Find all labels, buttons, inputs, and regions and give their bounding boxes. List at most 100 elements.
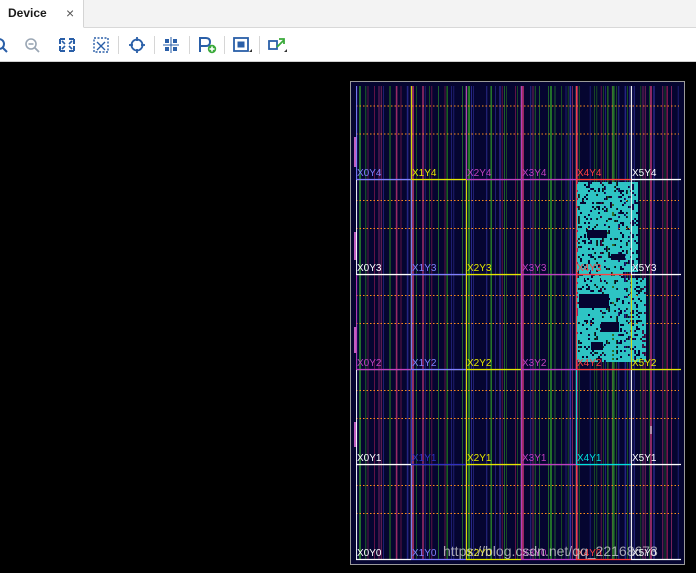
placed-cell [596,196,598,198]
placed-cell [602,228,604,230]
placed-cell [622,328,624,330]
placed-cell [618,358,620,360]
placed-cell [614,206,616,208]
placed-cell [638,300,640,302]
placed-cell [608,208,610,210]
clock-region-label: X0Y2 [357,358,382,369]
placed-cell [620,318,622,320]
placed-cell [590,222,592,224]
placed-cell [612,202,614,204]
zoom-in-icon[interactable] [0,35,12,55]
placed-cell [590,206,592,208]
placed-cell [640,348,642,350]
placed-cell [616,334,618,336]
placed-cell [614,292,616,294]
placed-cell [626,220,628,222]
placed-cell [622,266,624,268]
placed-cell [636,296,638,298]
add-pblock-icon[interactable] [196,35,218,55]
placed-cell [634,238,636,240]
placed-cell [608,334,610,336]
fpga-device-view[interactable]: X0Y4 X1Y4 X2Y4 X3Y4 X4Y4 X5Y4 X0Y3 X1Y3 X2Y3 X3Y3… [350,81,685,565]
placed-cell [596,254,598,256]
placed-cell [612,260,614,262]
zoom-out-icon[interactable] [22,35,44,55]
placed-cell [618,318,620,320]
placed-cell [632,248,634,250]
move-icon[interactable] [266,35,288,55]
placed-cell [588,354,590,356]
clock-region-label: X0Y1 [357,453,382,464]
placed-cell [590,292,592,294]
placed-cell [580,348,582,350]
device-fabric[interactable]: X0Y4 X1Y4 X2Y4 X3Y4 X4Y4 X5Y4X0Y3 X1Y3 X2Y3 X3Y3… [351,82,684,564]
placed-cell [614,348,616,350]
placed-cell [626,224,628,226]
placed-cell [602,336,604,338]
placed-cell [616,332,618,334]
placed-cell [624,334,626,336]
placed-cell [616,312,618,314]
pblock-select-icon[interactable] [231,35,253,55]
placed-cell [638,344,640,346]
placed-cell [590,216,592,218]
device-canvas[interactable]: X0Y4 X1Y4 X2Y4 X3Y4 X4Y4 X5Y4 X0Y3 X1Y3 X2Y3 X3Y3… [0,63,696,573]
placed-cell [612,344,614,346]
placed-cell [628,216,630,218]
placed-cell [619,276,621,278]
placed-cell [604,238,606,240]
placed-cell [644,306,646,308]
placed-cell [582,182,584,184]
routing-resources-icon[interactable] [161,35,183,55]
placed-cell [578,204,580,206]
placed-cell [620,298,622,300]
tab-device[interactable]: Device × [0,0,84,28]
placed-cell [614,288,616,290]
placed-cell [610,226,612,228]
placed-cell [592,218,594,220]
placed-cell [626,342,628,344]
placed-cell [584,334,586,336]
placed-cell [608,186,610,188]
placed-cell [618,192,620,194]
placed-cell [592,222,594,224]
placed-cell [606,266,608,268]
placed-cell [578,308,580,310]
placed-cell [580,284,582,286]
placed-cell [610,234,612,236]
placed-cell [614,224,616,226]
placed-cell [582,238,584,240]
placed-cell [640,294,642,296]
placed-cell [626,294,628,296]
placed-cell [578,210,580,212]
placed-cell [582,248,584,250]
placed-cell [590,238,592,240]
placed-cell [600,350,602,352]
placed-cell [638,278,640,280]
placed-cell [640,322,642,324]
zoom-selected-icon[interactable] [90,35,112,55]
placed-cell [634,340,636,342]
placed-cell [632,292,634,294]
placed-cell [586,254,588,256]
placed-cell [594,248,596,250]
placed-cell [606,254,608,256]
find-icon[interactable] [126,35,148,55]
close-icon[interactable]: × [66,5,74,21]
placed-cell [626,206,628,208]
placed-cell [626,254,628,256]
placed-cell [584,326,586,328]
placed-cell [594,256,596,258]
zoom-fit-icon[interactable] [56,35,78,55]
placed-cell [616,190,618,192]
placed-cell [626,352,628,354]
placed-cell [598,312,600,314]
placed-cell [600,204,602,206]
placed-cell [638,332,640,334]
placed-cell [606,238,608,240]
placed-cell [624,312,626,314]
placed-cell [596,188,598,190]
placed-cell [644,294,646,296]
placed-cell [608,282,610,284]
placed-cell [642,326,644,328]
